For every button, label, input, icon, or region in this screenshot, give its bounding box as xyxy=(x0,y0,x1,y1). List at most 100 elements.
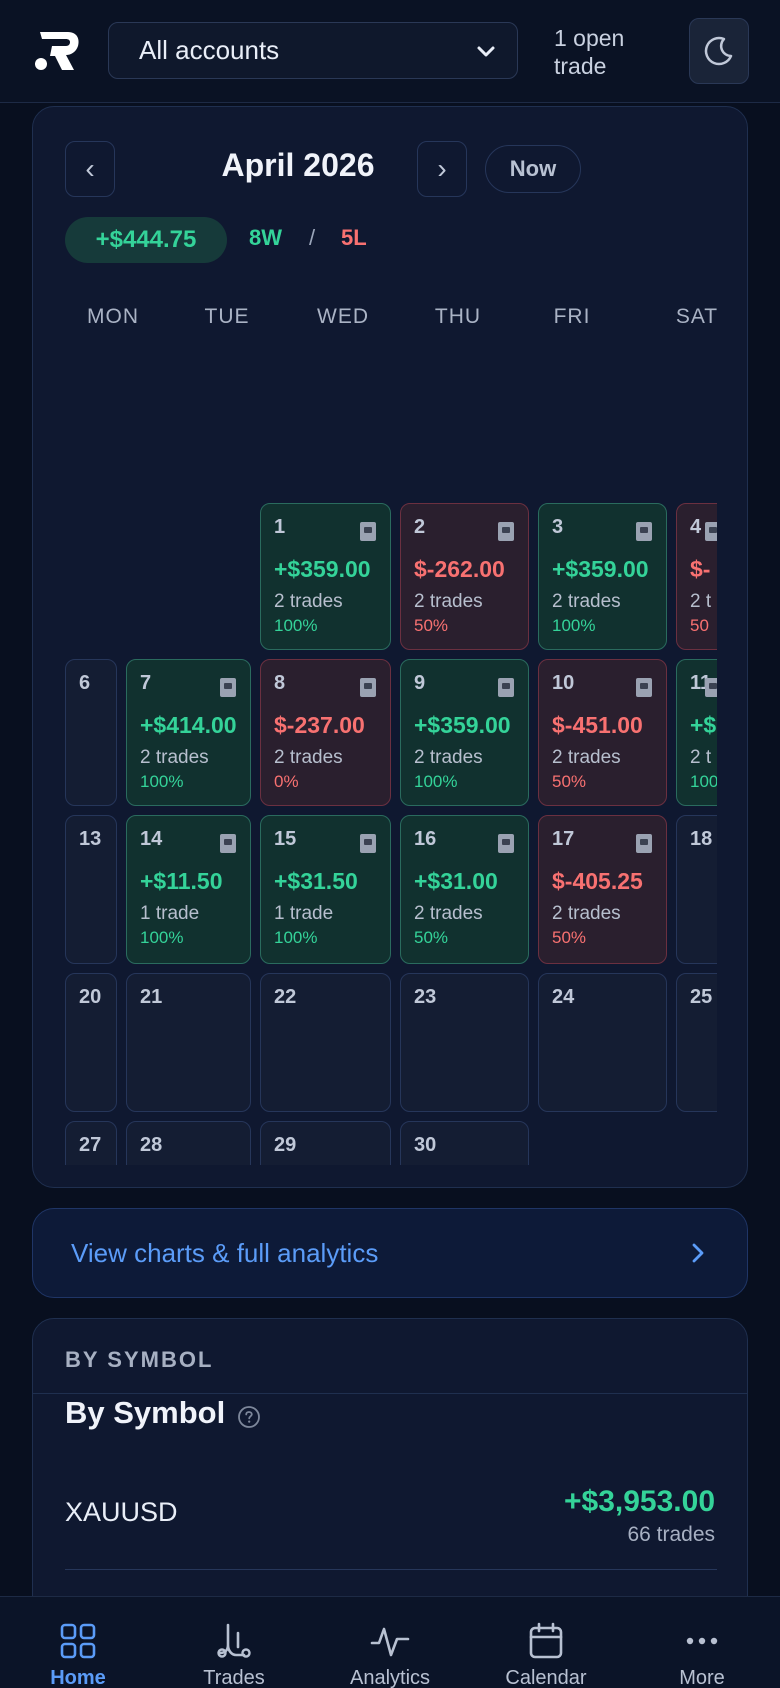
month-pnl-badge: +$444.75 xyxy=(65,217,227,263)
notebook-icon[interactable] xyxy=(360,834,376,853)
account-select[interactable]: All accounts xyxy=(108,22,518,79)
calendar-day[interactable]: 13 xyxy=(65,815,117,964)
notebook-icon[interactable] xyxy=(220,678,236,697)
day-pnl: +$ xyxy=(690,712,717,738)
calendar-day[interactable]: 14 +$11.50 1 trade 100% xyxy=(126,815,251,964)
nav-analytics[interactable]: Analytics xyxy=(312,1597,468,1688)
day-number: 28 xyxy=(140,1134,163,1156)
day-trade-count: 2 trades xyxy=(274,591,343,612)
calendar-day[interactable]: 2 $-262.00 2 trades 50% xyxy=(400,503,529,650)
day-trade-count: 2 trades xyxy=(414,747,483,768)
trades-icon xyxy=(217,1623,251,1658)
nav-trades[interactable]: Trades xyxy=(156,1597,312,1688)
account-select-value: All accounts xyxy=(139,35,280,65)
day-number: 22 xyxy=(274,986,297,1008)
day-trade-count: 2 t xyxy=(690,591,712,612)
view-analytics-link[interactable]: View charts & full analytics xyxy=(32,1208,748,1298)
nav-home[interactable]: Home xyxy=(0,1597,156,1688)
calendar-day[interactable]: 20 xyxy=(65,973,117,1112)
prev-month-button[interactable]: ‹ xyxy=(65,141,115,197)
day-number: 16 xyxy=(414,828,437,850)
now-button[interactable]: Now xyxy=(485,145,581,193)
notebook-icon[interactable] xyxy=(636,834,652,853)
calendar-day[interactable]: 25 xyxy=(676,973,717,1112)
notebook-icon[interactable] xyxy=(636,678,652,697)
day-number: 13 xyxy=(79,828,102,850)
calendar-day[interactable]: 1 +$359.00 2 trades 100% xyxy=(260,503,391,650)
calendar-day[interactable]: 6 xyxy=(65,659,117,806)
calendar-day[interactable]: 17 $-405.25 2 trades 50% xyxy=(538,815,667,964)
calendar-day[interactable]: 22 xyxy=(260,973,391,1112)
calendar-day[interactable]: 28 xyxy=(126,1121,251,1165)
calendar-day[interactable]: 24 xyxy=(538,973,667,1112)
notebook-icon[interactable] xyxy=(705,678,717,697)
day-number: 27 xyxy=(79,1134,102,1156)
notebook-icon[interactable] xyxy=(360,522,376,541)
calendar-day[interactable]: 8 $-237.00 2 trades 0% xyxy=(260,659,391,806)
notebook-icon[interactable] xyxy=(498,834,514,853)
open-trades-indicator[interactable]: 1 open trade xyxy=(554,24,644,80)
day-pnl: +$31.50 xyxy=(274,868,358,894)
by-symbol-title: By Symbol xyxy=(65,1395,226,1430)
calendar-day[interactable]: 10 $-451.00 2 trades 50% xyxy=(538,659,667,806)
next-month-button[interactable]: › xyxy=(417,141,467,197)
weekday-header: THU xyxy=(434,305,482,328)
weekday-header: FRI xyxy=(553,305,591,328)
calendar-day[interactable]: 4 $- 2 t 50 xyxy=(676,503,717,650)
calendar-day[interactable]: 3 +$359.00 2 trades 100% xyxy=(538,503,667,650)
calendar-day[interactable]: 27 xyxy=(65,1121,117,1165)
day-trade-count: 2 trades xyxy=(552,747,621,768)
nav-more[interactable]: More xyxy=(624,1597,780,1688)
day-pnl: +$359.00 xyxy=(414,712,511,738)
day-number: 8 xyxy=(274,672,286,694)
calendar-day[interactable]: 7 +$414.00 2 trades 100% xyxy=(126,659,251,806)
logo-icon[interactable] xyxy=(32,30,82,72)
help-icon[interactable] xyxy=(237,1405,261,1429)
day-number: 23 xyxy=(414,986,437,1008)
nav-calendar[interactable]: Calendar xyxy=(468,1597,624,1688)
calendar-day[interactable]: 16 +$31.00 2 trades 50% xyxy=(400,815,529,964)
calendar-day[interactable]: 23 xyxy=(400,973,529,1112)
notebook-icon[interactable] xyxy=(220,834,236,853)
calendar-day[interactable]: 18 xyxy=(676,815,717,964)
notebook-icon[interactable] xyxy=(636,522,652,541)
pulse-icon xyxy=(370,1627,410,1657)
view-analytics-label: View charts & full analytics xyxy=(71,1237,379,1268)
day-pnl: +$359.00 xyxy=(552,556,649,582)
calendar-day[interactable]: 30 xyxy=(400,1121,529,1165)
day-win-rate: 50% xyxy=(552,928,587,947)
notebook-icon[interactable] xyxy=(498,678,514,697)
day-trade-count: 2 trades xyxy=(274,747,343,768)
calendar-day[interactable]: 9 +$359.00 2 trades 100% xyxy=(400,659,529,806)
day-number: 14 xyxy=(140,828,163,850)
nav-home-label: Home xyxy=(50,1667,106,1688)
day-number: 3 xyxy=(552,516,564,538)
day-pnl: $- xyxy=(690,556,711,582)
nav-more-label: More xyxy=(679,1667,725,1688)
theme-toggle-button[interactable] xyxy=(689,18,749,84)
weekday-header: TUE xyxy=(204,305,250,328)
weekday-header: SAT xyxy=(675,305,717,328)
day-trade-count: 2 trades xyxy=(414,903,483,924)
day-trade-count: 2 t xyxy=(690,747,712,768)
win-count: 8W xyxy=(249,225,282,250)
day-trade-count: 2 trades xyxy=(552,903,621,924)
win-loss-separator: / xyxy=(309,225,316,250)
notebook-icon[interactable] xyxy=(360,678,376,697)
day-pnl: $-451.00 xyxy=(552,712,643,738)
notebook-icon[interactable] xyxy=(498,522,514,541)
calendar-day[interactable]: 11 +$ 2 t 100 xyxy=(676,659,717,806)
day-number: 7 xyxy=(140,672,152,694)
calendar-card: ‹ April 2026 › Now +$444.75 8W / 5L MON T… xyxy=(32,106,748,1188)
nav-trades-label: Trades xyxy=(203,1667,265,1688)
day-pnl: +$11.50 xyxy=(140,868,223,894)
calendar-day[interactable]: 15 +$31.50 1 trade 100% xyxy=(260,815,391,964)
calendar-day[interactable]: 21 xyxy=(126,973,251,1112)
day-pnl: $-262.00 xyxy=(414,556,505,582)
day-win-rate: 0% xyxy=(274,772,299,791)
notebook-icon[interactable] xyxy=(705,522,717,541)
day-number: 6 xyxy=(79,672,91,694)
day-pnl: $-405.25 xyxy=(552,868,643,894)
nav-calendar-label: Calendar xyxy=(505,1667,587,1688)
calendar-day[interactable]: 29 xyxy=(260,1121,391,1165)
